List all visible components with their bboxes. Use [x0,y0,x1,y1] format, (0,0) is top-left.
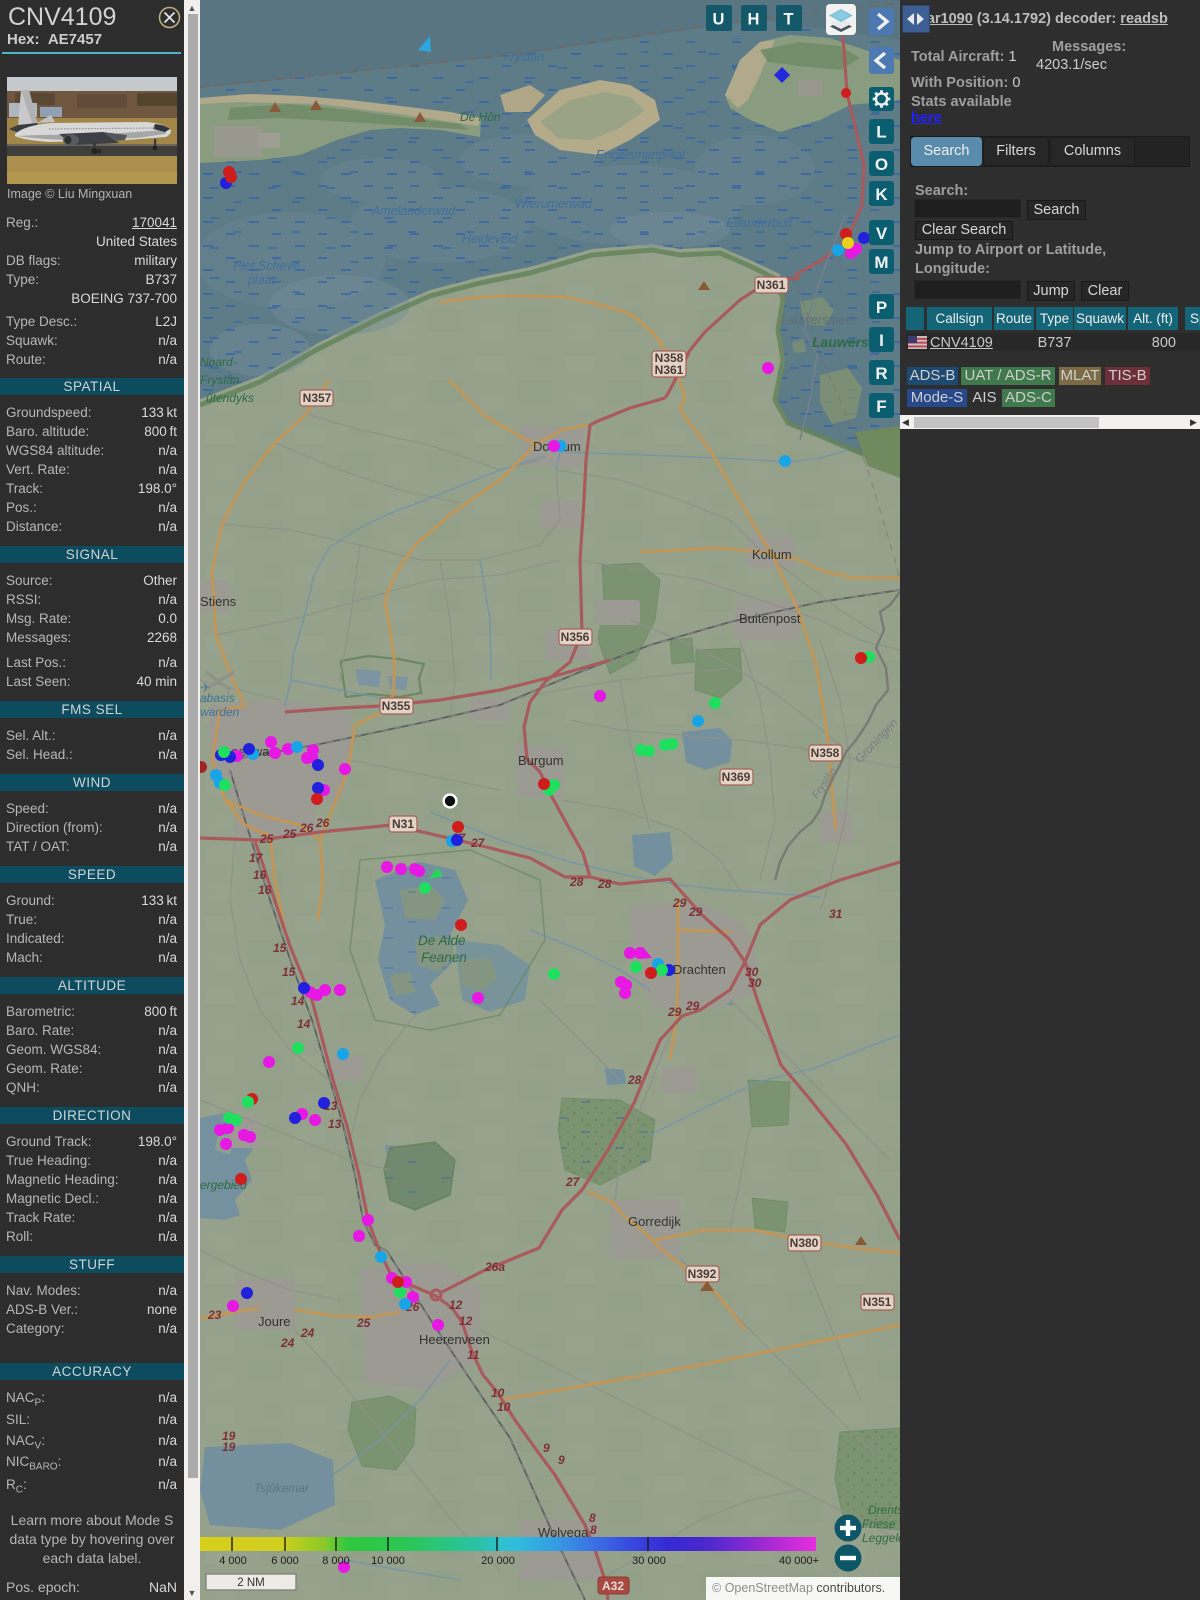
svg-text:26: 26 [315,816,330,830]
svg-text:12: 12 [459,1314,473,1328]
svg-text:14: 14 [297,1017,311,1031]
svg-text:T: T [783,11,793,29]
svg-text:28: 28 [627,1073,642,1087]
svg-text:De Alde: De Alde [418,933,466,948]
svg-text:Burgum: Burgum [518,753,564,768]
svg-text:29: 29 [672,896,687,910]
svg-text:8 000: 8 000 [322,1555,350,1567]
svg-text:Fryslân: Fryslân [200,373,240,387]
svg-text:N369: N369 [722,770,751,784]
svg-text:29: 29 [688,905,703,919]
svg-text:A32: A32 [602,1579,624,1593]
svg-text:F: F [876,397,886,416]
svg-text:K: K [875,185,888,204]
svg-text:Feanen: Feanen [421,950,467,965]
svg-text:13: 13 [328,1117,342,1131]
svg-text:10: 10 [497,1400,511,1414]
svg-text:6 000: 6 000 [271,1555,299,1567]
svg-text:Drachten: Drachten [673,962,726,977]
svg-text:29: 29 [667,1005,682,1019]
svg-text:N392: N392 [688,1267,717,1281]
svg-text:N357: N357 [303,391,332,405]
svg-text:25: 25 [259,832,274,846]
svg-text:27: 27 [470,836,486,850]
svg-text:R: R [875,364,887,383]
svg-text:N361: N361 [757,278,786,292]
svg-text:24: 24 [300,1326,315,1340]
svg-text:29: 29 [685,999,700,1013]
svg-text:Gorredijk: Gorredijk [628,1214,681,1229]
svg-text:15: 15 [273,941,287,955]
svg-text:Friese Wo: Friese Wo [862,1517,900,1531]
svg-text:Eilanderbult: Eilanderbult [726,216,793,230]
svg-text:M: M [874,253,888,272]
svg-text:9: 9 [558,1453,565,1467]
svg-text:warden: warden [200,705,240,719]
svg-text:Heerenveen: Heerenveen [419,1332,490,1347]
svg-text:25: 25 [282,827,297,841]
svg-text:I: I [879,331,884,350]
svg-text:40 000+: 40 000+ [779,1555,819,1567]
svg-text:8: 8 [590,1523,597,1537]
svg-text:N355: N355 [382,699,411,713]
svg-text:De Hôn: De Hôn [460,110,501,124]
svg-text:9: 9 [543,1441,550,1455]
svg-text:15: 15 [282,965,296,979]
svg-text:H: H [748,11,760,29]
svg-text:N361: N361 [655,363,684,377]
svg-text:Piet Scheve: Piet Scheve [233,259,300,273]
svg-text:4 000: 4 000 [219,1555,247,1567]
svg-text:Kollum: Kollum [752,547,792,562]
svg-text:V: V [876,224,888,243]
svg-text:Buitenpost: Buitenpost [739,611,801,626]
svg-text:28: 28 [569,875,584,889]
svg-text:10 000: 10 000 [371,1555,405,1567]
svg-text:N31: N31 [392,817,414,831]
svg-text:16: 16 [258,883,272,897]
svg-text:24: 24 [280,1336,295,1350]
svg-text:Fryslân: Fryslân [503,50,544,64]
svg-text:19: 19 [222,1440,236,1454]
svg-text:O: O [875,155,888,174]
svg-text:N380: N380 [790,1236,819,1250]
svg-text:25: 25 [356,1316,371,1330]
svg-text:© OpenStreetMap contributors.: © OpenStreetMap contributors. [712,1581,885,1595]
svg-text:23: 23 [207,1308,222,1322]
svg-text:N358: N358 [811,746,840,760]
svg-text:N351: N351 [863,1295,892,1309]
svg-text:Wierumerwad: Wierumerwad [515,197,593,211]
svg-text:31: 31 [829,907,843,921]
svg-text:26: 26 [299,821,314,835]
svg-text:U: U [713,11,725,29]
svg-text:2 NM: 2 NM [237,1577,264,1589]
svg-text:Joure: Joure [258,1314,291,1329]
svg-text:plaat: plaat [247,273,276,287]
svg-text:P: P [876,298,887,317]
svg-text:Tsjûkemar: Tsjûkemar [254,1481,310,1495]
svg-text:Engelsmanplaat: Engelsmanplaat [596,148,686,162]
svg-text:20 000: 20 000 [481,1555,515,1567]
svg-text:abasis: abasis [200,691,235,705]
svg-text:11: 11 [467,1348,480,1362]
svg-text:L: L [876,123,886,142]
svg-text:Drents-: Drents- [868,1503,900,1517]
svg-text:Noard-: Noard- [200,355,237,369]
svg-text:Amelanderwad: Amelanderwad [371,204,456,218]
svg-text:Stiens: Stiens [200,594,237,609]
svg-text:Leggelder: Leggelder [862,1531,900,1545]
svg-text:N356: N356 [561,630,590,644]
svg-text:Lauwersmeer: Lauwersmeer [781,313,858,327]
svg-text:ûtendyks: ûtendyks [206,391,254,405]
svg-text:14: 14 [291,994,305,1008]
svg-text:30 000: 30 000 [632,1555,666,1567]
svg-text:17: 17 [249,851,264,865]
svg-text:28: 28 [597,877,612,891]
svg-text:Heideveld: Heideveld [462,232,519,246]
svg-text:12: 12 [449,1298,463,1312]
svg-text:30: 30 [748,976,762,990]
svg-text:10: 10 [491,1386,505,1400]
svg-text:27: 27 [565,1175,581,1189]
svg-text:26a: 26a [484,1260,505,1274]
svg-text:16: 16 [253,868,267,882]
